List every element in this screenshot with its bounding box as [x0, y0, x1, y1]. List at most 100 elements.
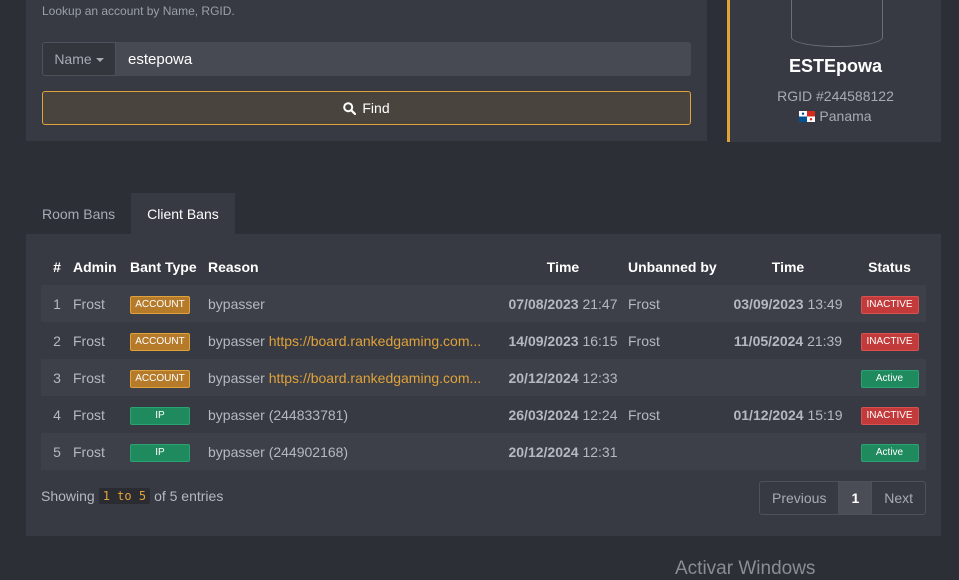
row-admin: Frost	[73, 332, 105, 349]
profile-country-name: Panama	[819, 108, 872, 124]
row-num: 5	[41, 433, 73, 470]
row-unban-clock: 21:39	[807, 332, 843, 349]
row-unbanned-by: Frost	[628, 285, 723, 322]
col-unban-time[interactable]: Time	[723, 248, 853, 285]
profile-name: ESTEpowa	[788, 56, 882, 76]
col-type[interactable]: Bant Type	[130, 248, 208, 285]
reason-link[interactable]: https://board.rankedgaming.com...	[269, 370, 481, 386]
status-badge: Active	[860, 443, 919, 462]
tab-client-bans[interactable]: Client Bans	[131, 193, 235, 234]
col-admin[interactable]: Admin	[73, 248, 130, 285]
entries-range: 1 to 5	[98, 488, 151, 504]
reason-link[interactable]: https://board.rankedgaming.com...	[269, 333, 481, 349]
entries-suffix: of 5 entries	[154, 488, 224, 504]
col-num[interactable]: #	[41, 248, 73, 285]
col-time[interactable]: Time	[498, 248, 628, 285]
row-reason: bypasser https://board.rankedgaming.com.…	[208, 322, 498, 359]
find-label: Find	[362, 100, 390, 116]
row-unban-date: 03/09/2023	[733, 295, 804, 312]
status-badge: INACTIVE	[860, 295, 919, 314]
table-row: 1 Frost ACCOUNT bypasser 07/08/2023 21:4…	[41, 285, 926, 322]
row-admin: Frost	[73, 359, 130, 396]
find-button[interactable]: Find	[42, 91, 691, 125]
row-admin: Frost	[73, 406, 105, 423]
row-time: 20/12/2024 12:31	[498, 433, 628, 470]
search-input[interactable]	[116, 42, 691, 76]
entries-info: Showing 1 to 5 of 5 entries	[41, 488, 223, 504]
row-status: INACTIVE	[853, 396, 926, 433]
type-badge: ACCOUNT	[130, 332, 190, 351]
search-row: Name	[42, 42, 691, 76]
row-unban-clock: 15:19	[807, 406, 843, 423]
row-unban-date: 01/12/2024	[733, 406, 804, 423]
row-reason: bypasser (244833781)	[208, 406, 349, 423]
row-status: INACTIVE	[853, 322, 926, 359]
row-clock: 12:24	[582, 406, 618, 423]
row-status: Active	[853, 359, 926, 396]
row-reason: bypasser	[208, 285, 498, 322]
row-admin: Frost	[73, 285, 130, 322]
type-badge: IP	[130, 406, 190, 425]
row-unban-time: 03/09/2023 13:49	[723, 285, 853, 322]
type-badge: IP	[130, 443, 190, 462]
table-row: 4 Frost IP bypasser (244833781) 26/03/20…	[41, 396, 926, 433]
status-badge: Active	[860, 369, 919, 388]
tab-room-bans[interactable]: Room Bans	[26, 193, 131, 234]
row-unban-time: 01/12/2024 15:19	[723, 396, 853, 433]
row-clock: 12:31	[582, 443, 618, 460]
col-unbanned-by[interactable]: Unbanned by	[628, 248, 723, 285]
row-unban-date: 11/05/2024	[733, 332, 804, 349]
type-badge: ACCOUNT	[130, 369, 190, 388]
status-badge: INACTIVE	[860, 406, 919, 425]
table-row: 2 Frost ACCOUNT bypasser https://board.r…	[41, 322, 926, 359]
row-num: 3	[41, 359, 73, 396]
bans-table: # Admin Bant Type Reason Time Unbanned b…	[41, 248, 926, 470]
profile-card: ESTEpowa RGID #244588122 Panama	[727, 0, 941, 142]
row-time: 26/03/2024 12:24	[498, 396, 628, 433]
row-time: 07/08/2023 21:47	[498, 285, 628, 322]
row-admin: Frost	[73, 433, 130, 470]
page-1-button[interactable]: 1	[839, 482, 873, 514]
row-unbanned-by: Frost	[628, 406, 660, 423]
row-num: 1	[41, 285, 73, 322]
row-time: 20/12/2024 12:33	[498, 359, 628, 396]
profile-rgid: RGID #244588122	[777, 88, 894, 104]
row-date: 20/12/2024	[508, 443, 579, 460]
search-field-label: Name	[54, 51, 92, 67]
reason-text: bypasser	[208, 369, 265, 386]
profile-country: Panama	[730, 108, 941, 124]
row-type: ACCOUNT	[130, 322, 208, 359]
row-unbanned-by	[628, 433, 723, 470]
reason-text: bypasser	[208, 332, 265, 349]
type-badge: ACCOUNT	[130, 295, 190, 314]
row-date: 20/12/2024	[508, 369, 579, 386]
row-reason: bypasser (244902168)	[208, 433, 498, 470]
table-row: 3 Frost ACCOUNT bypasser https://board.r…	[41, 359, 926, 396]
previous-button[interactable]: Previous	[760, 482, 840, 514]
row-clock: 16:15	[582, 332, 618, 349]
bans-panel: # Admin Bant Type Reason Time Unbanned b…	[26, 234, 941, 536]
col-status[interactable]: Status	[853, 248, 926, 285]
ban-tabs: Room Bans Client Bans	[26, 193, 235, 234]
entries-prefix: Showing	[41, 488, 95, 504]
row-status: Active	[853, 433, 926, 470]
status-badge: INACTIVE	[860, 332, 919, 351]
row-type: IP	[130, 433, 208, 470]
pagination: Previous 1 Next	[759, 481, 927, 515]
search-panel: Lookup an account by Name, RGID. Name Fi…	[26, 0, 707, 141]
activation-watermark: Activar Windows	[675, 558, 816, 579]
caret-down-icon	[95, 58, 104, 62]
row-type: ACCOUNT	[130, 359, 208, 396]
row-unban-clock: 13:49	[807, 295, 843, 312]
next-button[interactable]: Next	[872, 482, 925, 514]
search-field-select[interactable]: Name	[42, 42, 116, 76]
table-header: # Admin Bant Type Reason Time Unbanned b…	[41, 248, 926, 285]
row-status: INACTIVE	[853, 285, 926, 322]
col-reason[interactable]: Reason	[208, 248, 498, 285]
row-clock: 21:47	[582, 295, 618, 312]
row-type: IP	[130, 396, 208, 433]
panama-flag-icon	[799, 110, 816, 122]
row-clock: 12:33	[582, 369, 618, 386]
search-icon	[343, 101, 357, 115]
avatar	[791, 0, 883, 47]
